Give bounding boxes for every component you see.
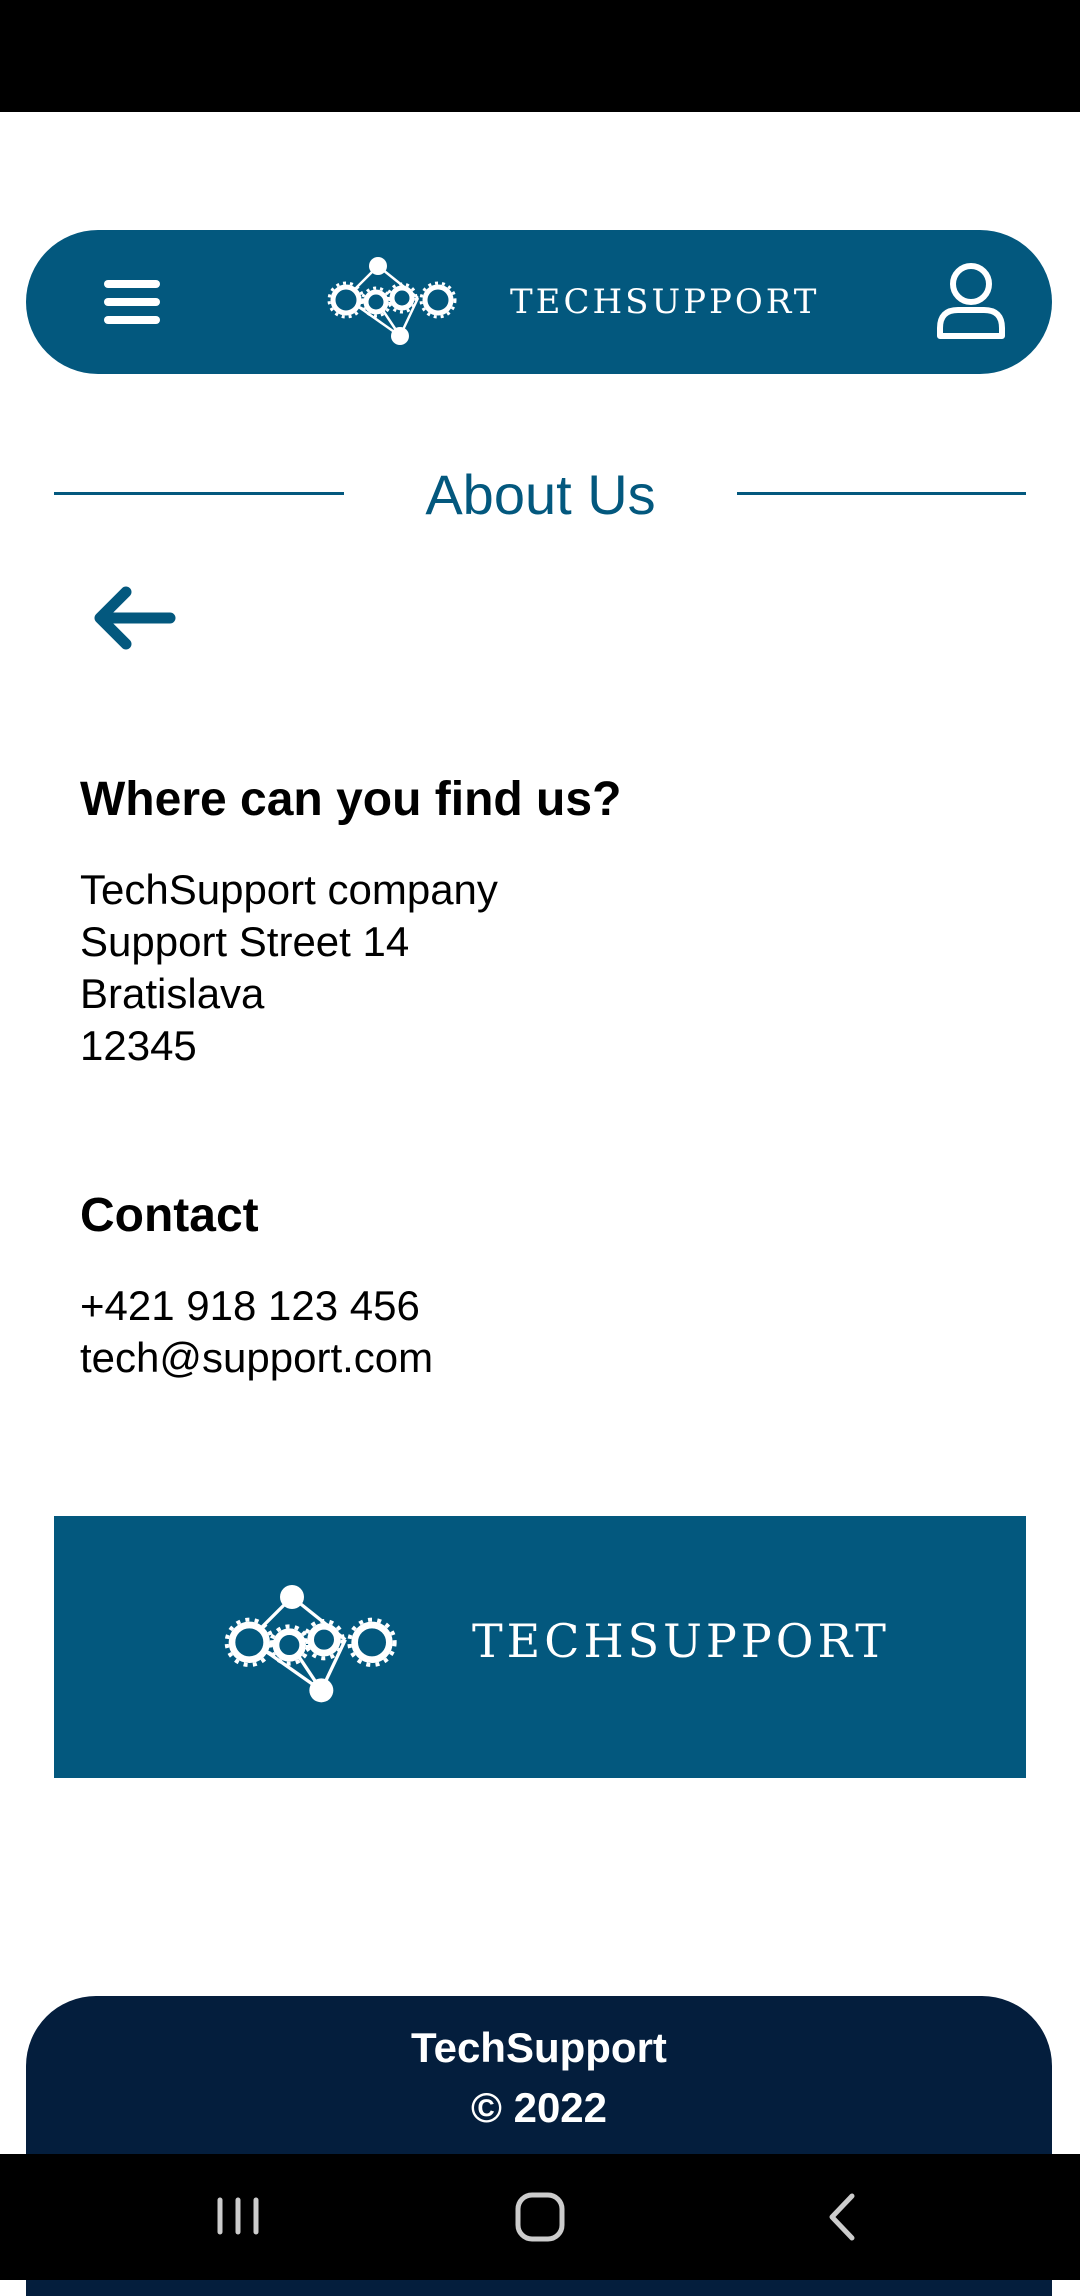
brand-banner: TECHSUPPORT [54,1516,1026,1778]
contact-text: +421 918 123 456 tech@support.com [80,1282,434,1381]
app-header: TECHSUPPORT [26,230,1052,374]
header-logo[interactable]: TECHSUPPORT [318,254,816,350]
home-button[interactable] [500,2184,580,2250]
title-divider-right [737,492,1026,495]
user-profile-button[interactable] [926,260,1016,344]
about-content: Where can you find us? TechSupport compa… [80,760,980,1381]
system-navigation-bar [0,2154,1080,2280]
back-button[interactable] [86,578,188,664]
header-brand-name: TECHSUPPORT [510,282,820,322]
hamburger-menu-icon [104,280,160,288]
footer-company-name: TechSupport [411,2024,667,2071]
title-divider-left [54,492,344,495]
chevron-left-icon [829,2193,855,2241]
recent-apps-icon [217,2197,259,2235]
user-icon [937,263,1005,339]
section-title-wrap: About Us [54,460,1026,530]
arrow-left-icon [94,586,176,650]
gears-network-logo-icon [224,1585,397,1703]
banner-brand-name: TECHSUPPORT [472,1614,890,1668]
page-title: About Us [425,463,656,526]
menu-button[interactable] [78,270,188,334]
hamburger-menu-icon-line [104,316,160,324]
hamburger-menu-icon-line [104,298,160,306]
contact-heading: Contact [80,1189,259,1242]
recent-apps-button[interactable] [198,2184,278,2250]
home-icon [515,2192,565,2242]
system-back-button[interactable] [802,2184,882,2250]
gears-network-logo-icon [327,257,457,345]
address-heading: Where can you find us? [80,773,622,826]
address-text: TechSupport company Support Street 14 Br… [80,866,498,1069]
status-bar [0,0,1080,112]
footer-copyright: © 2022 [470,2084,608,2131]
